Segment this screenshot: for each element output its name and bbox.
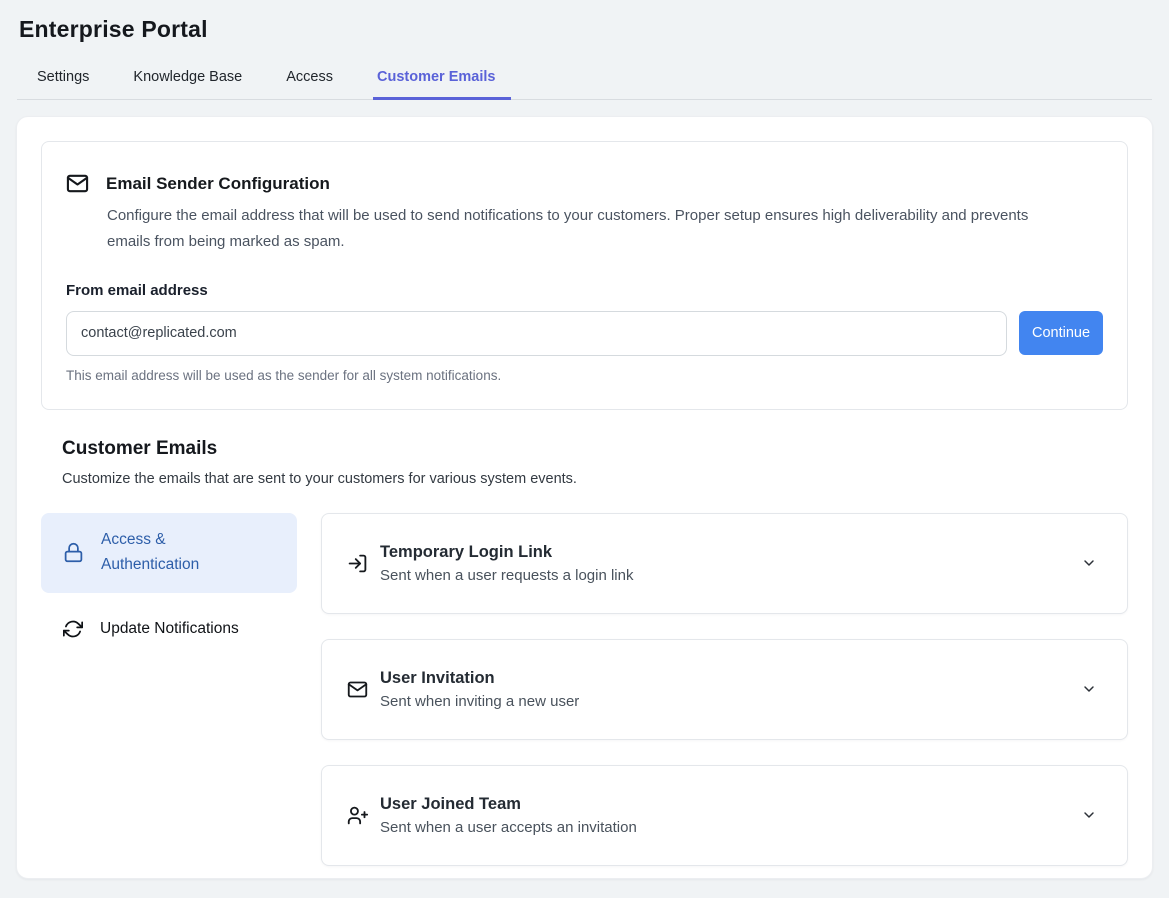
email-item-texts: User Invitation Sent when inviting a new… (380, 669, 1081, 710)
content-panel: Email Sender Configuration Configure the… (16, 116, 1153, 879)
chevron-down-icon[interactable] (1081, 807, 1097, 823)
sidebar-item-label: Access & Authentication (101, 528, 261, 576)
email-item-temporary-login-link[interactable]: Temporary Login Link Sent when a user re… (321, 513, 1128, 614)
tab-customer-emails[interactable]: Customer Emails (375, 65, 497, 99)
sender-helper-text: This email address will be used as the s… (66, 368, 1103, 383)
email-item-user-invitation[interactable]: User Invitation Sent when inviting a new… (321, 639, 1128, 740)
email-item-user-joined-team[interactable]: User Joined Team Sent when a user accept… (321, 765, 1128, 866)
email-sender-card: Email Sender Configuration Configure the… (41, 141, 1128, 410)
login-icon (347, 553, 368, 574)
lock-icon (63, 542, 84, 563)
email-item-subtitle: Sent when a user accepts an invitation (380, 819, 1081, 836)
sender-card-header: Email Sender Configuration (66, 172, 1103, 195)
chevron-down-icon[interactable] (1081, 555, 1097, 571)
from-email-label: From email address (66, 282, 1103, 299)
user-plus-icon (347, 805, 368, 826)
email-item-title: User Joined Team (380, 795, 1081, 814)
email-item-subtitle: Sent when inviting a new user (380, 693, 1081, 710)
tab-settings[interactable]: Settings (35, 65, 91, 99)
mail-icon (347, 679, 368, 700)
email-item-title: Temporary Login Link (380, 543, 1081, 562)
sidebar-item-access-authentication[interactable]: Access & Authentication (41, 513, 297, 593)
sender-card-title: Email Sender Configuration (106, 174, 330, 194)
from-email-row: Continue (66, 311, 1103, 356)
sidebar-item-update-notifications[interactable]: Update Notifications (41, 605, 297, 653)
tab-bar: Settings Knowledge Base Access Customer … (17, 65, 1152, 100)
sidebar-item-label: Update Notifications (100, 620, 239, 638)
customer-emails-title: Customer Emails (62, 438, 1128, 460)
mail-icon (66, 172, 89, 195)
refresh-icon (63, 619, 83, 639)
continue-button[interactable]: Continue (1019, 311, 1103, 355)
chevron-down-icon[interactable] (1081, 681, 1097, 697)
email-item-texts: Temporary Login Link Sent when a user re… (380, 543, 1081, 584)
from-email-input[interactable] (66, 311, 1007, 356)
tab-knowledge-base[interactable]: Knowledge Base (131, 65, 244, 99)
page-title: Enterprise Portal (19, 16, 1169, 43)
email-item-texts: User Joined Team Sent when a user accept… (380, 795, 1081, 836)
tab-access[interactable]: Access (284, 65, 335, 99)
customer-emails-subtitle: Customize the emails that are sent to yo… (62, 471, 1128, 487)
customer-emails-layout: Access & Authentication Update Notificat… (41, 513, 1128, 866)
email-item-subtitle: Sent when a user requests a login link (380, 567, 1081, 584)
sender-card-description: Configure the email address that will be… (107, 203, 1073, 256)
email-item-title: User Invitation (380, 669, 1081, 688)
email-accordion-list: Temporary Login Link Sent when a user re… (321, 513, 1128, 866)
category-sidebar: Access & Authentication Update Notificat… (41, 513, 297, 866)
